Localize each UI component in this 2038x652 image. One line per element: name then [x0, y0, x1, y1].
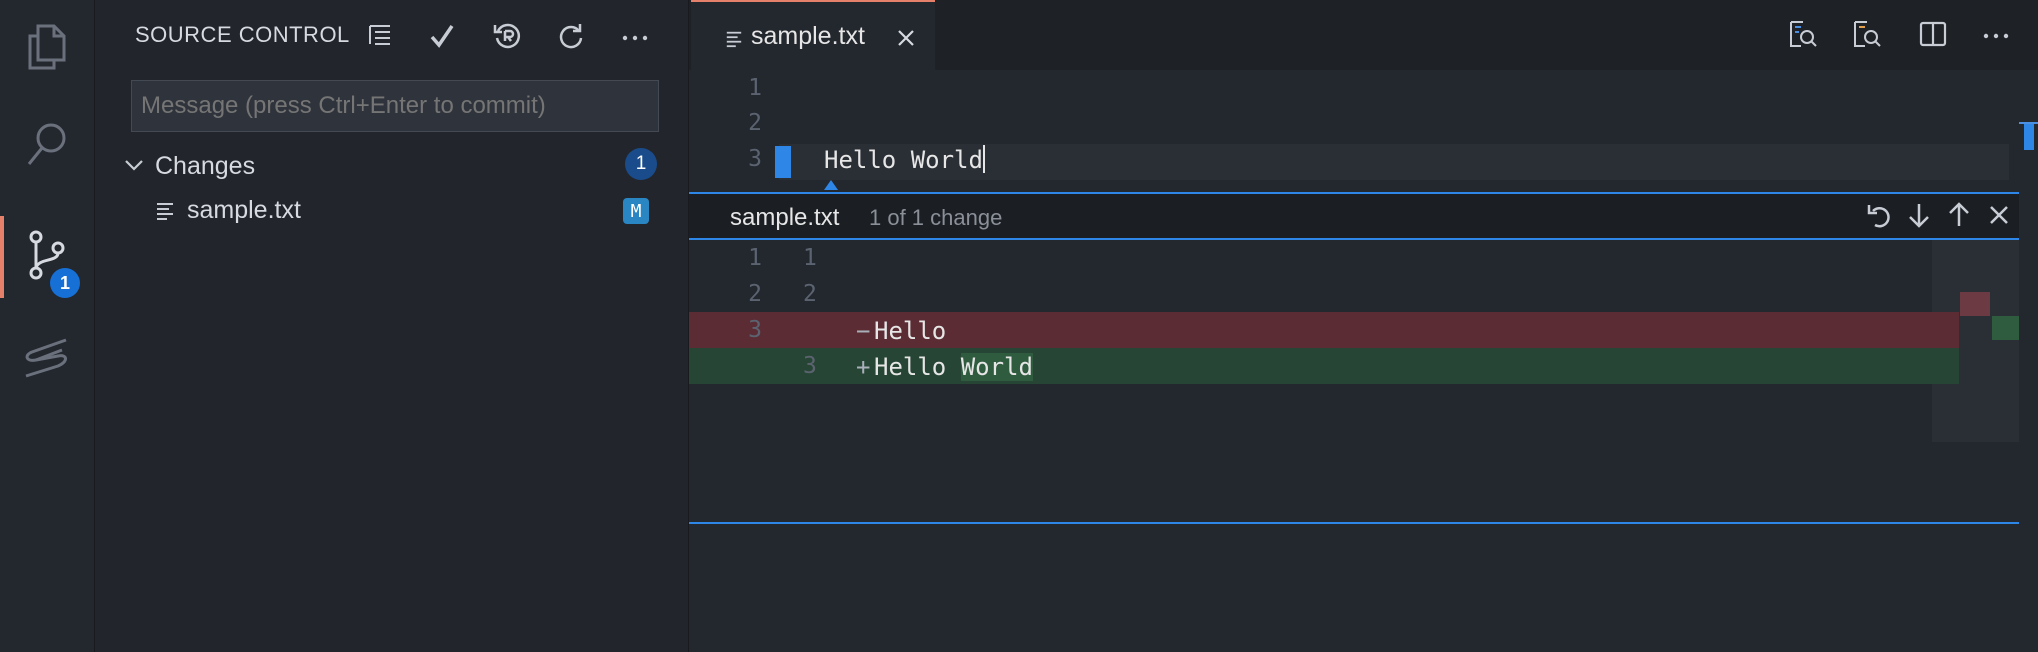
file-search-icon: [1851, 18, 1883, 55]
revert-icon: [1865, 201, 1893, 234]
list-tree-icon: [367, 23, 393, 54]
split-editor-icon: [1918, 19, 1948, 54]
changes-label: Changes: [155, 152, 256, 180]
peek-subtitle: 1 of 1 change: [869, 205, 1003, 230]
tab-label: sample.txt: [751, 22, 865, 50]
changes-group-header[interactable]: Changes 1: [123, 148, 663, 184]
diff-search-icon: [1787, 18, 1819, 55]
commit-message-input[interactable]: [131, 80, 659, 132]
line-number: 2: [748, 110, 762, 136]
unchanged-segment: Hello: [874, 353, 961, 381]
revert-change-button[interactable]: [1862, 200, 1896, 234]
changed-file-name: sample.txt: [187, 196, 301, 224]
close-icon: [1988, 204, 2010, 231]
scrollbar-change-mark: [2024, 124, 2034, 150]
chevron-down-icon: [123, 154, 145, 181]
changed-file-item[interactable]: sample.txt M: [155, 194, 663, 230]
tab-bar: sample.txt: [689, 0, 2038, 72]
ellipsis-icon: [1983, 27, 2009, 45]
search-button[interactable]: [0, 98, 94, 196]
tab-sample-txt[interactable]: sample.txt: [691, 0, 935, 72]
old-line-number: 2: [748, 281, 762, 307]
text-cursor: [982, 145, 985, 173]
peek-diff-view[interactable]: 1 1 2 2 3 − Hello 3 + Hello World: [689, 240, 2019, 522]
changes-count-badge: 1: [625, 148, 657, 180]
refresh-icon: [557, 22, 585, 55]
source-control-badge: 1: [50, 268, 80, 298]
discard-changes-button[interactable]: [487, 18, 527, 58]
new-line-number: 2: [803, 281, 817, 307]
peek-header: sample.txt 1 of 1 change: [689, 194, 2019, 238]
source-control-sidebar: SOURCE CONTROL Message (press Ctrl+Enter…: [95, 0, 689, 652]
code-text: Hello World: [824, 146, 983, 174]
new-line-number: 3: [803, 353, 817, 379]
diff-line-added: 3 + Hello World: [689, 348, 1959, 384]
open-changes-button[interactable]: [1783, 16, 1823, 56]
removed-marker: −: [856, 317, 871, 345]
text-file-icon: [725, 30, 743, 53]
removed-overview-mark: [1960, 292, 1990, 316]
editor-scrollbar[interactable]: [2019, 70, 2038, 652]
search-icon: [24, 120, 70, 175]
new-line-number: 1: [803, 245, 817, 271]
diff-line: 2 2: [689, 276, 1959, 312]
activity-bar: 1: [0, 0, 95, 652]
source-control-button[interactable]: 1: [0, 208, 94, 306]
open-file-button[interactable]: [1847, 16, 1887, 56]
old-line-number: 3: [748, 317, 762, 343]
editor-area: sample.txt 1 2 3 Hello World sample.txt …: [689, 0, 2038, 652]
next-change-button[interactable]: [1902, 200, 1936, 234]
stylus-extension-button[interactable]: [0, 310, 94, 408]
previous-change-button[interactable]: [1942, 200, 1976, 234]
peek-border: [689, 522, 2019, 524]
code-line[interactable]: Hello World: [824, 145, 985, 174]
close-tab-icon[interactable]: [896, 28, 916, 53]
peek-pointer-icon: [824, 180, 838, 190]
refresh-button[interactable]: [551, 18, 591, 58]
line-number: 1: [748, 75, 762, 101]
split-editor-button[interactable]: [1913, 16, 1953, 56]
modified-status-badge: M: [623, 198, 649, 224]
peek-title: sample.txt: [730, 204, 840, 231]
editor-more-actions-button[interactable]: [1976, 16, 2016, 56]
inserted-segment: World: [960, 353, 1033, 381]
line-number: 3: [748, 146, 762, 172]
stylus-icon: [22, 332, 72, 387]
added-text: Hello World: [874, 353, 1033, 381]
discard-icon: [492, 21, 522, 56]
text-file-icon: [155, 201, 175, 226]
added-marker: +: [856, 353, 871, 381]
ellipsis-icon: [622, 29, 648, 47]
diff-line: 1 1: [689, 240, 1959, 276]
sidebar-title: SOURCE CONTROL: [135, 22, 350, 47]
check-icon: [429, 23, 455, 54]
close-peek-button[interactable]: [1982, 200, 2016, 234]
removed-text: Hello: [874, 317, 947, 345]
commit-button[interactable]: [422, 18, 462, 58]
more-actions-button[interactable]: [615, 18, 655, 58]
added-overview-mark: [1992, 316, 2019, 340]
old-line-number: 1: [748, 245, 762, 271]
arrow-down-icon: [1907, 201, 1931, 234]
modified-line-indicator[interactable]: [775, 146, 791, 178]
explorer-button[interactable]: [0, 0, 94, 98]
view-as-tree-button[interactable]: [360, 18, 400, 58]
arrow-up-icon: [1947, 201, 1971, 234]
diff-line-removed: 3 − Hello: [689, 312, 1959, 348]
files-icon: [24, 22, 70, 77]
